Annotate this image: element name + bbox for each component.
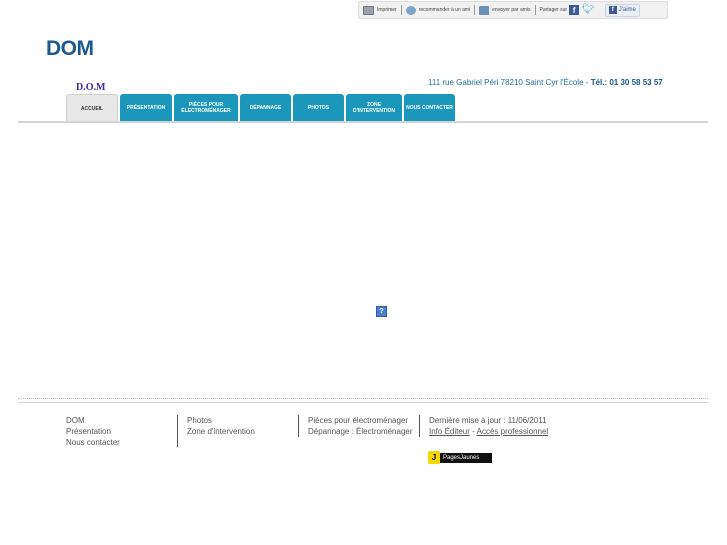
address-text: 111 rue Gabriel Péri 78210 Saint Cyr l'É… [428,78,584,87]
separator: - [585,78,589,87]
tab-photos[interactable]: PHOTOS [293,94,344,121]
footer-divider [18,398,708,403]
phone-number: Tél.: 01 30 58 53 57 [590,78,663,87]
facebook-icon[interactable]: f [569,5,580,15]
site-logo[interactable]: DOM [46,37,94,61]
footer-link-depannage[interactable]: Dépannage : Électroménager [308,426,413,437]
recommend-link[interactable]: recommander à un ami [402,5,474,15]
printer-icon [363,5,374,15]
footer-link-zone[interactable]: Zone d'intervention [187,426,255,437]
tab-presentation[interactable]: PRÉSENTATION [120,94,172,121]
pagesjaunes-label: PagesJaunes [440,452,492,463]
footer-link-contact[interactable]: Nous contacter [66,437,120,448]
tab-pieces[interactable]: PIÈCES POUR ÉLECTROMÉNAGER [174,94,238,121]
recommend-icon [405,5,416,15]
twitter-icon[interactable]: 🐦︎ [582,5,595,15]
main-nav: ACCUEIL PRÉSENTATION PIÈCES POUR ÉLECTRO… [66,94,457,122]
footer-links-3: Pièces pour électroménager Dépannage : É… [298,415,413,437]
pagesjaunes-badge[interactable]: J PagesJaunes [428,451,492,464]
footer-link-photos[interactable]: Photos [187,415,255,426]
site-name: D.O.M [76,82,106,93]
facebook-icon: f [608,6,617,14]
info-editeur-link[interactable]: Info Éditeur [429,427,470,436]
share-toolbar: Imprimer recommander à un ami envoyer pa… [358,1,668,19]
footer-links-2: Photos Zone d'intervention [177,415,255,447]
mail-icon [479,5,490,15]
pagesjaunes-logo-icon: J [428,451,440,464]
footer-link-presentation[interactable]: Présentation [66,426,120,437]
tab-depannage[interactable]: DÉPANNAGE [240,94,291,121]
header-divider [18,121,708,123]
contact-info: 111 rue Gabriel Péri 78210 Saint Cyr l'É… [428,78,663,87]
footer-link-pieces[interactable]: Pièces pour électroménager [308,415,413,426]
tab-zone-intervention[interactable]: ZONE D'INTERVENTION [346,94,402,121]
separator: - [472,427,475,436]
send-link[interactable]: envoyer par amis [475,5,534,15]
footer-meta: Dernière mise à jour : 11/06/2011 Info É… [419,415,548,437]
print-link[interactable]: Imprimer [359,5,401,15]
tab-nous-contacter[interactable]: NOUS CONTACTER [404,94,455,121]
footer-links-1: DOM Présentation Nous contacter [66,415,120,448]
broken-image-icon: ? [376,306,387,317]
footer-link-dom[interactable]: DOM [66,415,120,426]
like-button[interactable]: f J'aime [604,3,640,17]
tab-accueil[interactable]: ACCUEIL [66,94,118,122]
last-updated: Dernière mise à jour : 11/06/2011 [429,416,547,425]
share-label: Partager sur f 🐦︎ [539,4,595,15]
acces-pro-link[interactable]: Accès professionnel [477,427,549,436]
